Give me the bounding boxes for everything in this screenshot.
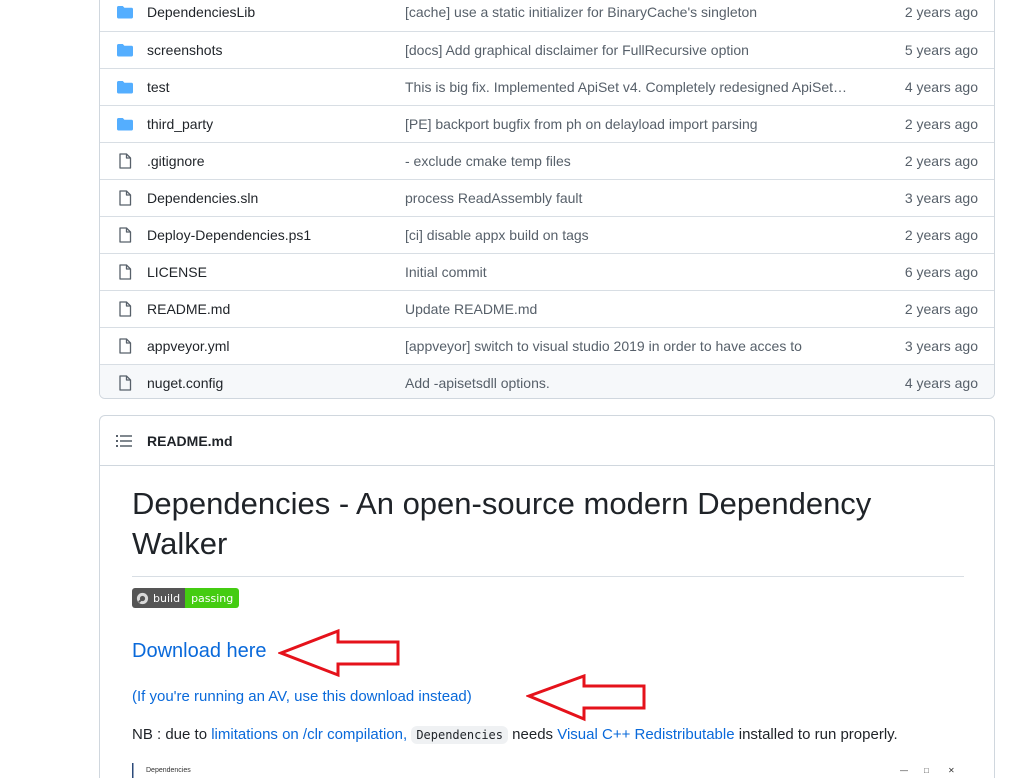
commit-message[interactable]: [appveyor] switch to visual studio 2019 …: [405, 338, 850, 354]
commit-message[interactable]: process ReadAssembly fault: [405, 190, 850, 206]
file-name[interactable]: DependenciesLib: [147, 4, 255, 20]
readme-filename[interactable]: README.md: [147, 433, 233, 449]
file-name[interactable]: .gitignore: [147, 153, 205, 169]
file-row[interactable]: appveyor.yml [appveyor] switch to visual …: [100, 327, 994, 364]
screenshot-title: Dependencies: [146, 767, 191, 774]
file-name[interactable]: test: [147, 79, 170, 95]
file-name[interactable]: Deploy-Dependencies.ps1: [147, 227, 311, 243]
commit-age: 2 years ago: [904, 4, 978, 20]
badge-label: build: [153, 591, 181, 605]
file-icon: [119, 190, 132, 206]
commit-message[interactable]: Update README.md: [405, 301, 850, 317]
clr-limitations-link[interactable]: limitations on /clr compilation,: [211, 726, 407, 743]
commit-message[interactable]: This is big fix. Implemented ApiSet v4. …: [405, 79, 850, 95]
file-row[interactable]: .gitignore - exclude cmake temp files 2 ye…: [100, 142, 994, 179]
screenshot-border-icon: [132, 763, 134, 778]
build-status-badge[interactable]: build passing: [132, 588, 240, 608]
commit-message[interactable]: Add -apisetsdll options.: [405, 375, 850, 391]
badge-status: passing: [185, 588, 240, 608]
av-download-link[interactable]: (If you're running an AV, use this downl…: [132, 688, 472, 705]
commit-age: 2 years ago: [904, 116, 978, 132]
file-row[interactable]: third_party [PE] backport bugfix from ph …: [100, 105, 994, 142]
readme-panel: README.md Dependencies - An open-source …: [99, 415, 995, 778]
file-name[interactable]: screenshots: [147, 42, 222, 58]
list-icon[interactable]: [116, 434, 132, 448]
file-row[interactable]: LICENSE Initial commit 6 years ago: [100, 253, 994, 290]
commit-age: 3 years ago: [904, 338, 978, 354]
commit-age: 6 years ago: [904, 264, 978, 280]
readme-header: README.md: [100, 416, 994, 466]
file-icon: [119, 375, 132, 391]
commit-message[interactable]: [cache] use a static initializer for Bin…: [405, 4, 850, 20]
commit-age: 3 years ago: [904, 190, 978, 206]
download-link[interactable]: Download here: [132, 640, 267, 663]
commit-age: 2 years ago: [904, 153, 978, 169]
file-name[interactable]: Dependencies.sln: [147, 190, 258, 206]
folder-icon: [117, 44, 133, 57]
maximize-icon: □: [924, 766, 929, 775]
file-list: DependenciesLib [cache] use a static init…: [99, 0, 995, 399]
file-row[interactable]: test This is big fix. Implemented ApiSet …: [100, 68, 994, 105]
commit-message[interactable]: Initial commit: [405, 264, 850, 280]
file-row[interactable]: DependenciesLib [cache] use a static init…: [100, 0, 994, 31]
close-icon: ✕: [948, 766, 955, 775]
app-screenshot: Dependencies — □ ✕: [132, 763, 962, 778]
file-name[interactable]: nuget.config: [147, 375, 223, 391]
commit-age: 2 years ago: [904, 227, 978, 243]
file-row[interactable]: Deploy-Dependencies.ps1 [ci] disable appx…: [100, 216, 994, 253]
folder-icon: [117, 81, 133, 94]
file-icon: [119, 264, 132, 280]
file-name[interactable]: LICENSE: [147, 264, 207, 280]
file-icon: [119, 338, 132, 354]
file-name[interactable]: README.md: [147, 301, 230, 317]
file-icon: [119, 153, 132, 169]
vc-redist-link[interactable]: Visual C++ Redistributable: [557, 726, 734, 743]
appveyor-icon: [136, 592, 149, 604]
commit-message[interactable]: - exclude cmake temp files: [405, 153, 850, 169]
readme-heading: Dependencies - An open-source modern Dep…: [132, 484, 964, 577]
folder-icon: [117, 118, 133, 131]
file-row[interactable]: screenshots [docs] Add graphical disclaim…: [100, 31, 994, 68]
file-name[interactable]: third_party: [147, 116, 213, 132]
folder-icon: [117, 6, 133, 19]
file-row[interactable]: Dependencies.sln process ReadAssembly fau…: [100, 179, 994, 216]
commit-message[interactable]: [docs] Add graphical disclaimer for Full…: [405, 42, 850, 58]
dependencies-code: Dependencies: [411, 726, 509, 744]
file-row[interactable]: nuget.config Add -apisetsdll options. 4 ye…: [100, 364, 994, 398]
file-icon: [119, 301, 132, 317]
commit-age: 2 years ago: [904, 301, 978, 317]
annotation-arrow-icon: [526, 674, 646, 722]
file-name[interactable]: appveyor.yml: [147, 338, 229, 354]
commit-age: 5 years ago: [904, 42, 978, 58]
nb-note: NB : due to limitations on /clr compilat…: [132, 726, 898, 744]
annotation-arrow-icon: [278, 628, 400, 678]
file-icon: [119, 227, 132, 243]
commit-message[interactable]: [PE] backport bugfix from ph on delayloa…: [405, 116, 850, 132]
commit-message[interactable]: [ci] disable appx build on tags: [405, 227, 850, 243]
commit-age: 4 years ago: [904, 375, 978, 391]
file-row[interactable]: README.md Update README.md 2 years ago: [100, 290, 994, 327]
minimize-icon: —: [900, 766, 908, 775]
commit-age: 4 years ago: [904, 79, 978, 95]
